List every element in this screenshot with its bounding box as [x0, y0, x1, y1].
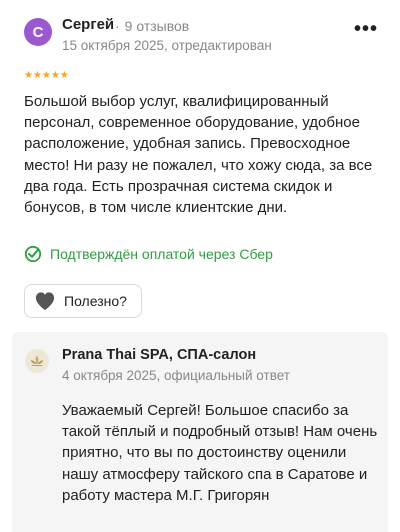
separator-dot: ·	[115, 18, 120, 34]
review-text: Большой выбор услуг, квалифицированный п…	[24, 93, 373, 217]
owner-reply: Prana Thai SPA, СПА-салон 4 октября 2025…	[12, 332, 388, 532]
lotus-icon-graphic	[30, 355, 44, 366]
verified-payment-badge: Подтверждён оплатой через Сбер	[24, 245, 273, 263]
heart-icon	[35, 292, 55, 311]
helpful-button[interactable]: Полезно?	[24, 284, 142, 318]
review-date: 15 октября 2025, отредактирован	[62, 38, 272, 53]
author-avatar[interactable]: С	[24, 18, 52, 46]
author-review-count: · 9 отзывов	[115, 18, 189, 34]
review-count-text: 9 отзывов	[124, 18, 190, 34]
rating-stars: ★★★★★	[24, 70, 69, 81]
reply-org-name[interactable]: Prana Thai SPA, СПА-салон	[62, 347, 256, 363]
check-circle-icon	[24, 245, 42, 263]
verified-label: Подтверждён оплатой через Сбер	[50, 246, 273, 262]
reply-text: Уважаемый Сергей! Большое спасибо за так…	[62, 402, 378, 504]
helpful-label: Полезно?	[64, 293, 127, 309]
author-name[interactable]: Сергей	[62, 16, 114, 33]
lotus-logo-icon[interactable]	[25, 349, 49, 373]
more-options-button[interactable]: •••	[354, 19, 378, 39]
reply-meta: 4 октября 2025, официальный ответ	[62, 368, 290, 383]
